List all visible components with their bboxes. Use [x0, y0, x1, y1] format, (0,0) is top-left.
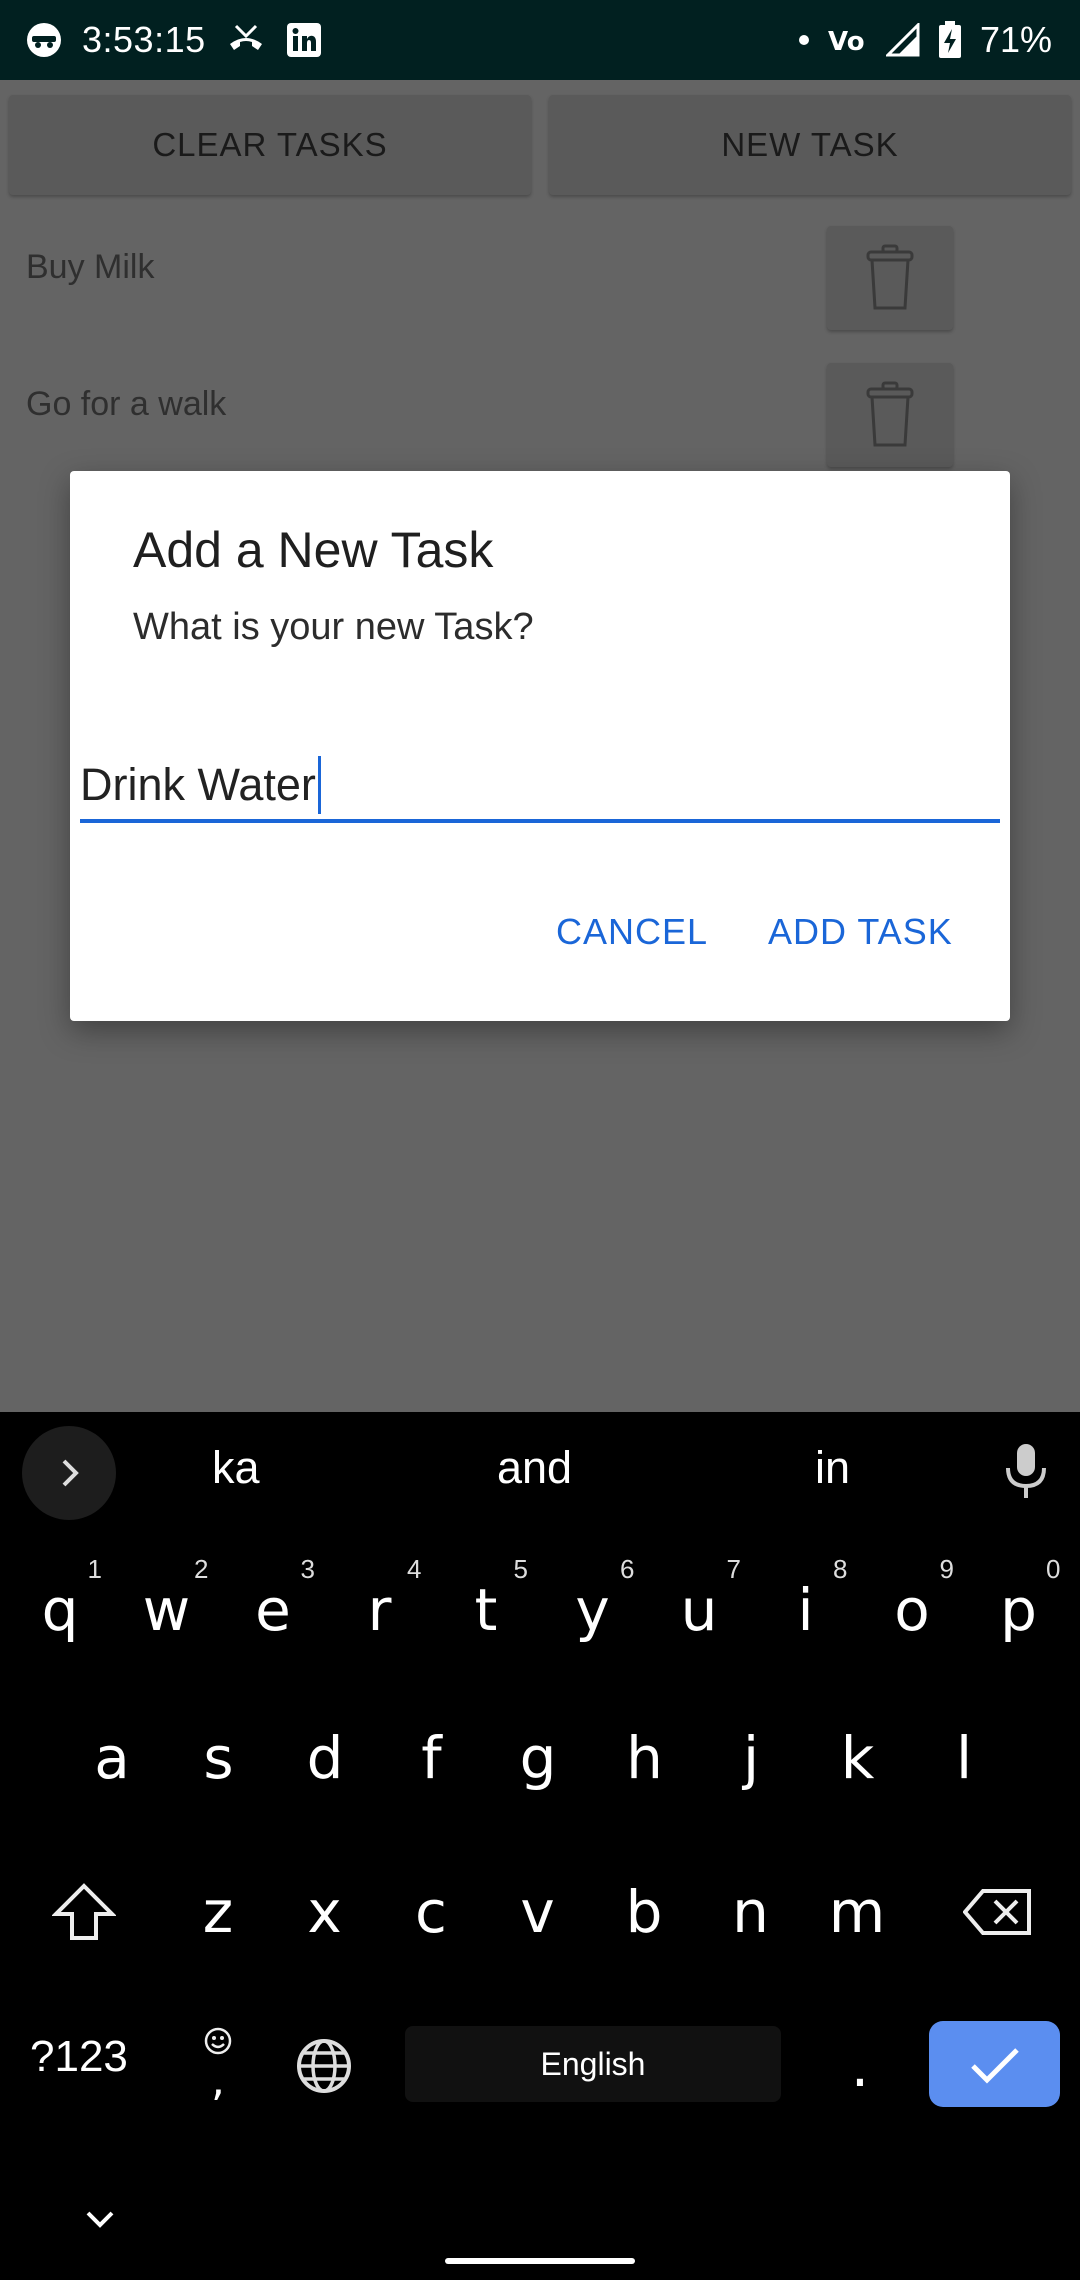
gesture-handle[interactable] — [445, 2258, 635, 2264]
key-letter: i — [797, 1576, 814, 1644]
key-number-hint: 9 — [939, 1554, 954, 1584]
text-cursor — [317, 756, 321, 814]
key-u[interactable]: u7 — [651, 1550, 747, 1670]
hide-keyboard-icon[interactable] — [80, 2205, 120, 2235]
volte-icon: Vo — [828, 22, 868, 58]
key-o[interactable]: o9 — [864, 1550, 960, 1670]
suggestion-item[interactable]: and — [497, 1442, 572, 1494]
shift-icon — [52, 1882, 116, 1942]
comma-label: , — [211, 2054, 225, 2106]
key-r[interactable]: r4 — [332, 1550, 428, 1670]
space-bar[interactable]: English — [405, 2026, 781, 2102]
svg-text:Vo: Vo — [828, 27, 865, 57]
key-j[interactable]: j — [703, 1698, 799, 1818]
key-number-hint: 6 — [620, 1554, 635, 1584]
task-row: Go for a walk — [0, 363, 1080, 473]
key-number-hint: 5 — [513, 1554, 528, 1584]
cancel-button[interactable]: CANCEL — [556, 911, 708, 953]
linkedin-icon — [286, 22, 322, 58]
incognito-icon — [26, 22, 62, 58]
trash-icon — [864, 244, 916, 312]
key-letter: w — [142, 1576, 191, 1644]
shift-key[interactable] — [36, 1852, 132, 1972]
key-c[interactable]: c — [383, 1852, 479, 1972]
key-number-hint: 1 — [87, 1554, 102, 1584]
symbols-key[interactable]: ?123 — [30, 2032, 128, 2082]
key-number-hint: 0 — [1046, 1554, 1061, 1584]
enter-key[interactable] — [929, 2021, 1060, 2107]
task-label: Go for a walk — [26, 385, 227, 423]
dialog-message: What is your new Task? — [133, 606, 534, 648]
chevron-right-icon — [54, 1455, 84, 1491]
key-p[interactable]: p0 — [971, 1550, 1067, 1670]
key-letter: t — [474, 1576, 498, 1644]
dot-icon — [798, 34, 810, 46]
language-key[interactable] — [276, 2006, 372, 2126]
globe-icon — [296, 2038, 352, 2094]
battery-charging-icon — [938, 21, 962, 59]
new-task-button[interactable]: NEW TASK — [549, 95, 1071, 195]
emoji-icon — [204, 2027, 232, 2055]
task-label: Buy Milk — [26, 248, 155, 286]
key-m[interactable]: m — [809, 1852, 905, 1972]
task-row: Buy Milk — [0, 226, 1080, 336]
key-a[interactable]: a — [64, 1698, 160, 1818]
clear-tasks-button[interactable]: CLEAR TASKS — [9, 95, 531, 195]
task-name-input-value: Drink Water — [80, 759, 316, 810]
task-name-input[interactable]: Drink Water — [80, 751, 1000, 823]
signal-icon — [885, 23, 920, 57]
delete-task-button[interactable] — [827, 363, 953, 467]
key-z[interactable]: z — [170, 1852, 266, 1972]
key-w[interactable]: w2 — [119, 1550, 215, 1670]
key-number-hint: 8 — [833, 1554, 848, 1584]
key-y[interactable]: y6 — [545, 1550, 641, 1670]
key-n[interactable]: n — [703, 1852, 799, 1972]
backspace-key[interactable] — [950, 1852, 1046, 1972]
battery-percent: 71% — [979, 19, 1052, 60]
mic-icon[interactable] — [1002, 1442, 1050, 1502]
key-e[interactable]: e3 — [225, 1550, 321, 1670]
delete-task-button[interactable] — [827, 226, 953, 330]
key-f[interactable]: f — [384, 1698, 480, 1818]
add-task-dialog: Add a New Task What is your new Task? Dr… — [70, 471, 1010, 1021]
key-v[interactable]: v — [490, 1852, 586, 1972]
key-d[interactable]: d — [277, 1698, 373, 1818]
key-h[interactable]: h — [597, 1698, 693, 1818]
key-i[interactable]: i8 — [758, 1550, 854, 1670]
key-k[interactable]: k — [810, 1698, 906, 1818]
checkmark-icon — [969, 2044, 1021, 2084]
period-key[interactable]: . — [812, 2006, 908, 2126]
key-q[interactable]: q1 — [12, 1550, 108, 1670]
suggestion-item[interactable]: ka — [212, 1442, 260, 1494]
key-letter: r — [367, 1576, 392, 1644]
key-number-hint: 4 — [407, 1554, 422, 1584]
key-number-hint: 3 — [300, 1554, 315, 1584]
key-b[interactable]: b — [596, 1852, 692, 1972]
key-letter: o — [894, 1576, 930, 1644]
status-bar: 3:53:15 Vo 71% — [0, 0, 1080, 80]
soft-keyboard: ka and in q1w2e3r4t5y6u7i8o9p0 asdfghjkl… — [0, 1412, 1080, 2280]
key-letter: u — [680, 1576, 718, 1644]
key-letter: y — [575, 1576, 610, 1644]
emoji-comma-key[interactable]: , — [170, 2006, 266, 2126]
key-number-hint: 2 — [194, 1554, 209, 1584]
missed-call-icon — [226, 22, 266, 58]
key-letter: p — [1000, 1576, 1037, 1644]
key-s[interactable]: s — [171, 1698, 267, 1818]
key-letter: e — [255, 1576, 291, 1644]
key-l[interactable]: l — [916, 1698, 1012, 1818]
status-time: 3:53:15 — [82, 19, 206, 60]
suggestion-item[interactable]: in — [815, 1442, 850, 1494]
key-g[interactable]: g — [490, 1698, 586, 1818]
key-number-hint: 7 — [726, 1554, 741, 1584]
key-x[interactable]: x — [277, 1852, 373, 1972]
backspace-icon — [963, 1887, 1033, 1937]
dialog-title: Add a New Task — [133, 522, 494, 578]
key-t[interactable]: t5 — [438, 1550, 534, 1670]
suggestion-bar: ka and in — [0, 1412, 1080, 1530]
trash-icon — [864, 381, 916, 449]
expand-toolbar-button[interactable] — [22, 1426, 116, 1520]
key-letter: q — [41, 1576, 79, 1644]
add-task-button[interactable]: ADD TASK — [768, 911, 953, 953]
